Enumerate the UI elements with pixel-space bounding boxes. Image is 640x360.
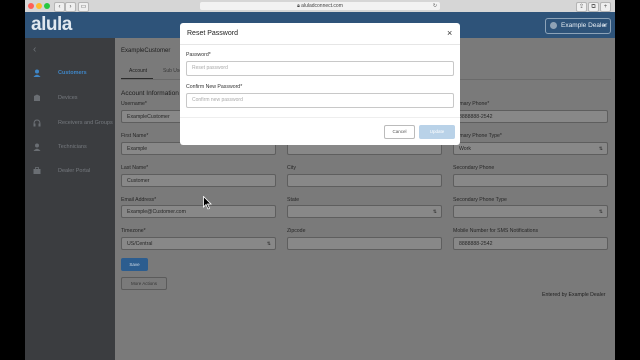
alula-logo[interactable]: alula [31,14,72,36]
dialog-divider [180,44,460,45]
user-name: Example Dealer [561,22,608,29]
select-arrow-icon: ⇅ [432,209,437,215]
save-button[interactable]: Save [121,258,148,271]
dialog-footer-divider [180,117,460,118]
confirm-password-input[interactable]: Confirm new password [186,93,454,108]
secondary-phone-type-select[interactable]: ⇅ [453,205,608,218]
customer-name: ExampleCustomer [121,48,171,54]
sidebar-toggle-icon[interactable]: ▭ [78,2,89,12]
secondary-phone-field[interactable] [453,174,608,187]
timezone-select[interactable]: US/Central ⇅ [121,237,276,250]
primary-phone-type-select[interactable]: Work ⇅ [453,142,608,155]
first-name-label: First Name* [121,133,149,139]
maximize-window-button[interactable] [44,3,50,9]
more-actions-button[interactable]: More Actions [121,277,167,290]
sidebar-item-label: Dealer Portal [58,168,91,174]
address-bar[interactable]: 🔒︎ aluladconnect.com [200,2,440,10]
update-button[interactable]: Update [419,125,455,139]
sidebar-item-label: Customers [58,70,87,76]
timezone-label: Timezone* [121,228,146,234]
secondary-phone-type-label: Secondary Phone Type [453,197,507,203]
entered-by-note: Entered by Example Dealer [542,292,606,298]
email-field[interactable]: Example@Customer.com [121,205,276,218]
timezone-value: US/Central [127,241,153,247]
state-label: State [287,197,300,203]
sidebar-item-receivers-and-groups[interactable]: Receivers and Groups [25,116,115,130]
primary-phone-type-label: Primary Phone Type* [453,133,502,139]
primary-phone-field[interactable]: 8888888-2542 [453,110,608,123]
state-select[interactable]: ⇅ [287,205,442,218]
select-arrow-icon: ⇅ [598,209,603,215]
email-label: Email Address* [121,197,157,203]
sidebar-item-customers[interactable]: Customers [25,66,115,80]
last-name-label: Last Name* [121,165,149,171]
avatar-icon [550,22,557,29]
username-label: Username* [121,101,147,107]
user-menu-button[interactable]: Example Dealer ▾ [545,18,611,34]
primary-phone-type-value: Work [459,146,472,152]
sidebar-item-label: Devices [58,95,78,101]
sms-number-field[interactable]: 8888888-2542 [453,237,608,250]
device-icon [34,94,40,101]
share-icon[interactable]: ⇪ [576,2,587,12]
collapse-sidebar-icon[interactable]: ‹ [33,44,36,55]
new-tab-icon[interactable]: + [600,2,611,12]
headset-icon [33,119,41,127]
mouse-cursor-icon [203,196,212,210]
confirm-password-label: Confirm New Password* [186,84,243,90]
section-title: Account Information [121,90,179,97]
sidebar-item-technicians[interactable]: Technicians [25,140,115,154]
select-arrow-icon: ⇅ [266,241,271,247]
zipcode-field[interactable] [287,237,442,250]
password-input[interactable]: Reset password [186,61,454,76]
url-text: aluladconnect.com [301,3,343,9]
password-label: Password* [186,52,211,58]
city-label: City [287,165,296,171]
user-icon [33,69,41,77]
back-icon[interactable]: ‹ [54,2,65,12]
tabs-overview-icon[interactable]: ⧉ [588,2,599,12]
dialog-title: Reset Password [187,30,238,37]
technician-icon [33,143,41,151]
portal-icon [33,167,41,174]
last-name-field[interactable]: Customer [121,174,276,187]
zipcode-label: Zipcode [287,228,306,234]
sms-number-label: Mobile Number for SMS Notifications [453,228,539,234]
minimize-window-button[interactable] [36,3,42,9]
chevron-down-icon: ▾ [603,23,606,29]
secondary-phone-label: Secondary Phone [453,165,495,171]
city-field[interactable] [287,174,442,187]
sidebar-item-label: Technicians [58,144,87,150]
forward-icon[interactable]: › [65,2,76,12]
select-arrow-icon: ⇅ [598,146,603,152]
reload-icon[interactable]: ↻ [432,3,438,9]
close-icon[interactable]: × [447,28,452,38]
close-window-button[interactable] [28,3,34,9]
cancel-button[interactable]: Cancel [384,125,415,139]
tab-account[interactable]: Account [129,68,147,74]
sidebar-item-label: Receivers and Groups [58,120,113,126]
sidebar-item-devices[interactable]: Devices [25,91,115,105]
sidebar [25,38,115,360]
sidebar-item-dealer-portal[interactable]: Dealer Portal [25,164,115,178]
